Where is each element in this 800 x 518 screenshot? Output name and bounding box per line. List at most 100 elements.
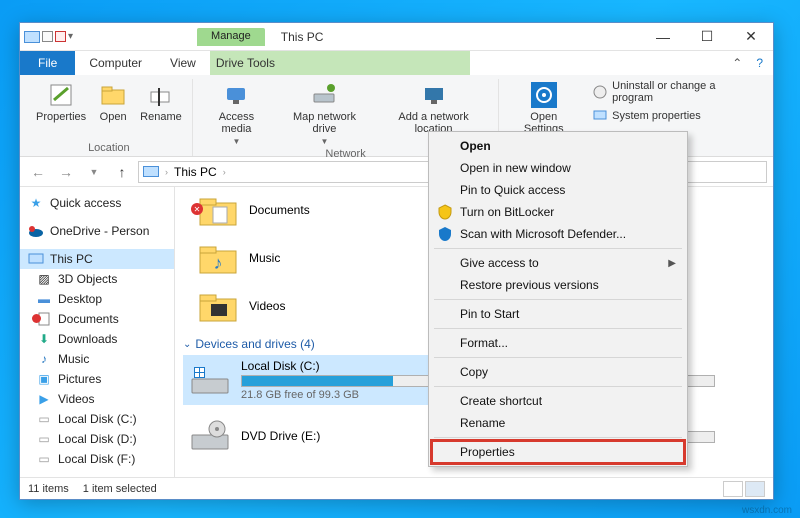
drive-free-text: 21.8 GB free of 99.3 GB (241, 389, 437, 401)
document-icon (36, 311, 52, 327)
qat-button[interactable] (42, 31, 53, 42)
sidebar-item-label: 3D Objects (58, 272, 117, 286)
open-button[interactable]: Open (92, 79, 134, 142)
sync-error-badge-icon: ✕ (191, 203, 203, 215)
ctx-label: Restore previous versions (460, 278, 599, 292)
ctx-defender-scan[interactable]: Scan with Microsoft Defender... (432, 223, 684, 245)
ribbon-label: Rename (140, 111, 182, 123)
ribbon-label: Map network drive (280, 111, 369, 135)
watermark: wsxdn.com (742, 505, 792, 516)
map-drive-button[interactable]: Map network drive ▼ (276, 79, 373, 148)
folder-label: Documents (249, 203, 310, 217)
help-icon[interactable]: ? (756, 56, 763, 70)
drive-icon: ▭ (36, 451, 52, 467)
drive-name: Local Disk (C:) (241, 359, 437, 373)
view-tab[interactable]: View (156, 51, 210, 75)
computer-tab[interactable]: Computer (75, 51, 156, 75)
drive-item-dvd-e[interactable]: DVD Drive (E:) (183, 411, 443, 461)
system-properties-button[interactable]: System properties (588, 107, 761, 125)
properties-button[interactable]: Properties (32, 79, 90, 142)
details-view-button[interactable] (723, 481, 743, 497)
drive-tools-tab[interactable]: Drive Tools (210, 51, 470, 75)
sidebar-item-quick-access[interactable]: ★ Quick access (20, 193, 174, 213)
navigation-pane: ★ Quick access OneDrive - Person This PC… (20, 187, 175, 477)
sidebar-item-label: Documents (58, 312, 119, 326)
explorer-window: ▾ Manage This PC — ☐ ✕ File Computer Vie… (19, 22, 774, 500)
ctx-properties[interactable]: Properties (432, 441, 684, 463)
ctx-label: Format... (460, 336, 508, 350)
drive-item-local-disk-c[interactable]: Local Disk (C:) 21.8 GB free of 99.3 GB (183, 355, 443, 405)
ctx-copy[interactable]: Copy (432, 361, 684, 383)
rename-button[interactable]: Rename (136, 79, 186, 142)
ctx-format[interactable]: Format... (432, 332, 684, 354)
qat-overflow-icon[interactable]: ▾ (68, 31, 73, 42)
ribbon-label: Open (100, 111, 127, 123)
up-button[interactable]: ↑ (110, 160, 134, 184)
ctx-pin-start[interactable]: Pin to Start (432, 303, 684, 325)
separator (434, 248, 682, 249)
ctx-bitlocker[interactable]: Turn on BitLocker (432, 201, 684, 223)
download-icon: ⬇ (36, 331, 52, 347)
ribbon-group-label: Location (88, 142, 130, 154)
forward-button[interactable]: → (54, 160, 78, 184)
sidebar-item-onedrive[interactable]: OneDrive - Person (20, 221, 174, 241)
status-bar: 11 items 1 item selected (20, 477, 773, 499)
contextual-tab-label: Manage (197, 28, 265, 46)
sidebar-item-local-disk-c[interactable]: ▭Local Disk (C:) (20, 409, 174, 429)
sidebar-item-documents[interactable]: Documents (20, 309, 174, 329)
file-tab[interactable]: File (20, 51, 75, 75)
sidebar-item-desktop[interactable]: ▬Desktop (20, 289, 174, 309)
ribbon-label: Properties (36, 111, 86, 123)
close-button[interactable]: ✕ (729, 23, 773, 51)
ctx-pin-quick-access[interactable]: Pin to Quick access (432, 179, 684, 201)
tiles-view-button[interactable] (745, 481, 765, 497)
title-bar: ▾ Manage This PC — ☐ ✕ (20, 23, 773, 51)
status-item-count: 11 items (28, 483, 69, 495)
qat-button[interactable] (55, 31, 66, 42)
sidebar-item-downloads[interactable]: ⬇Downloads (20, 329, 174, 349)
shield-lock-icon (436, 203, 454, 221)
ribbon-label: Uninstall or change a program (612, 80, 757, 104)
sidebar-item-this-pc[interactable]: This PC (20, 249, 174, 269)
minimize-button[interactable]: — (641, 23, 685, 51)
back-button[interactable]: ← (26, 160, 50, 184)
uninstall-program-button[interactable]: Uninstall or change a program (588, 79, 761, 105)
quick-access-toolbar: ▾ (20, 31, 77, 43)
collapse-ribbon-icon[interactable]: ⌃ (732, 56, 742, 70)
ctx-label: Create shortcut (460, 394, 542, 408)
sidebar-item-3d-objects[interactable]: ▨ 3D Objects (20, 269, 174, 289)
status-selection: 1 item selected (83, 483, 157, 495)
submenu-arrow-icon: ▶ (668, 258, 676, 269)
recent-locations-icon[interactable]: ▼ (82, 160, 106, 184)
maximize-button[interactable]: ☐ (685, 23, 729, 51)
separator (434, 328, 682, 329)
this-pc-icon (28, 251, 44, 267)
ctx-rename[interactable]: Rename (432, 412, 684, 434)
sidebar-item-local-disk-d[interactable]: ▭Local Disk (D:) (20, 429, 174, 449)
section-header-label: Devices and drives (4) (195, 337, 314, 351)
sidebar-item-videos[interactable]: ▶Videos (20, 389, 174, 409)
music-icon: ♪ (36, 351, 52, 367)
view-switcher (723, 481, 765, 497)
video-icon: ▶ (36, 391, 52, 407)
sidebar-item-music[interactable]: ♪Music (20, 349, 174, 369)
ctx-create-shortcut[interactable]: Create shortcut (432, 390, 684, 412)
separator (434, 299, 682, 300)
access-media-button[interactable]: Access media ▼ (199, 79, 274, 148)
folder-icon (197, 289, 239, 323)
ctx-give-access[interactable]: Give access to▶ (432, 252, 684, 274)
separator (434, 437, 682, 438)
sidebar-item-label: This PC (50, 252, 93, 266)
cloud-icon (28, 223, 44, 239)
desktop-icon: ▬ (36, 291, 52, 307)
sidebar-item-pictures[interactable]: ▣Pictures (20, 369, 174, 389)
ribbon-group-location: Properties Open Rename Location (26, 79, 193, 156)
ctx-restore-versions[interactable]: Restore previous versions (432, 274, 684, 296)
separator (434, 386, 682, 387)
shield-icon (436, 225, 454, 243)
ctx-open-new-window[interactable]: Open in new window (432, 157, 684, 179)
ctx-label: Open in new window (460, 161, 571, 175)
sidebar-item-local-disk-f[interactable]: ▭Local Disk (F:) (20, 449, 174, 469)
cube-icon: ▨ (36, 271, 52, 287)
ctx-open[interactable]: Open (432, 135, 684, 157)
